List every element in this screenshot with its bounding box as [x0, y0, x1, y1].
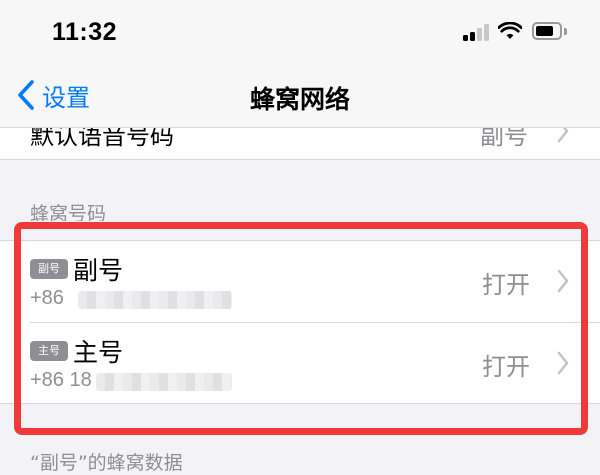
line-row-primary[interactable]: 主号 主号 +86 18 打开: [0, 323, 600, 404]
battery-tip: [564, 28, 567, 35]
wifi-icon: [498, 22, 522, 39]
section-header: 蜂窝号码: [30, 203, 107, 221]
cellular-data-section-label: “副号”的蜂窝数据: [30, 452, 183, 474]
redacted-number-blur: [78, 291, 232, 309]
line-row-secondary[interactable]: 副号 副号 +86 打开: [0, 241, 600, 323]
redacted-number-blur: [96, 373, 232, 391]
status-time: 11:32: [52, 18, 118, 46]
line-name: 副号: [73, 256, 124, 285]
status-bar: 11:32: [0, 0, 600, 62]
nav-bar: 设置 蜂窝网络: [0, 62, 600, 128]
line-badge: 主号: [30, 341, 68, 361]
row-value: 副号: [480, 128, 528, 150]
page-title: 蜂窝网络: [249, 85, 350, 114]
line-status: 打开: [482, 271, 530, 299]
line-badge: 副号: [30, 259, 68, 279]
default-voice-line-row[interactable]: 默认语音号码 副号: [0, 128, 600, 160]
line-status: 打开: [482, 353, 530, 381]
cellular-signal-icon: [463, 24, 491, 41]
chevron-right-icon: [557, 351, 569, 375]
chevron-right-icon: [557, 128, 569, 143]
row-label: 默认语音号码: [30, 128, 174, 150]
chevron-right-icon: [557, 269, 569, 293]
battery-icon: [532, 22, 562, 40]
line-name: 主号: [73, 338, 124, 367]
line-number: +86 18: [30, 369, 92, 391]
cellular-lines-list: 副号 副号 +86 打开 主号 主号 +86 18 打开: [0, 240, 600, 404]
line-number: +86: [30, 287, 64, 309]
